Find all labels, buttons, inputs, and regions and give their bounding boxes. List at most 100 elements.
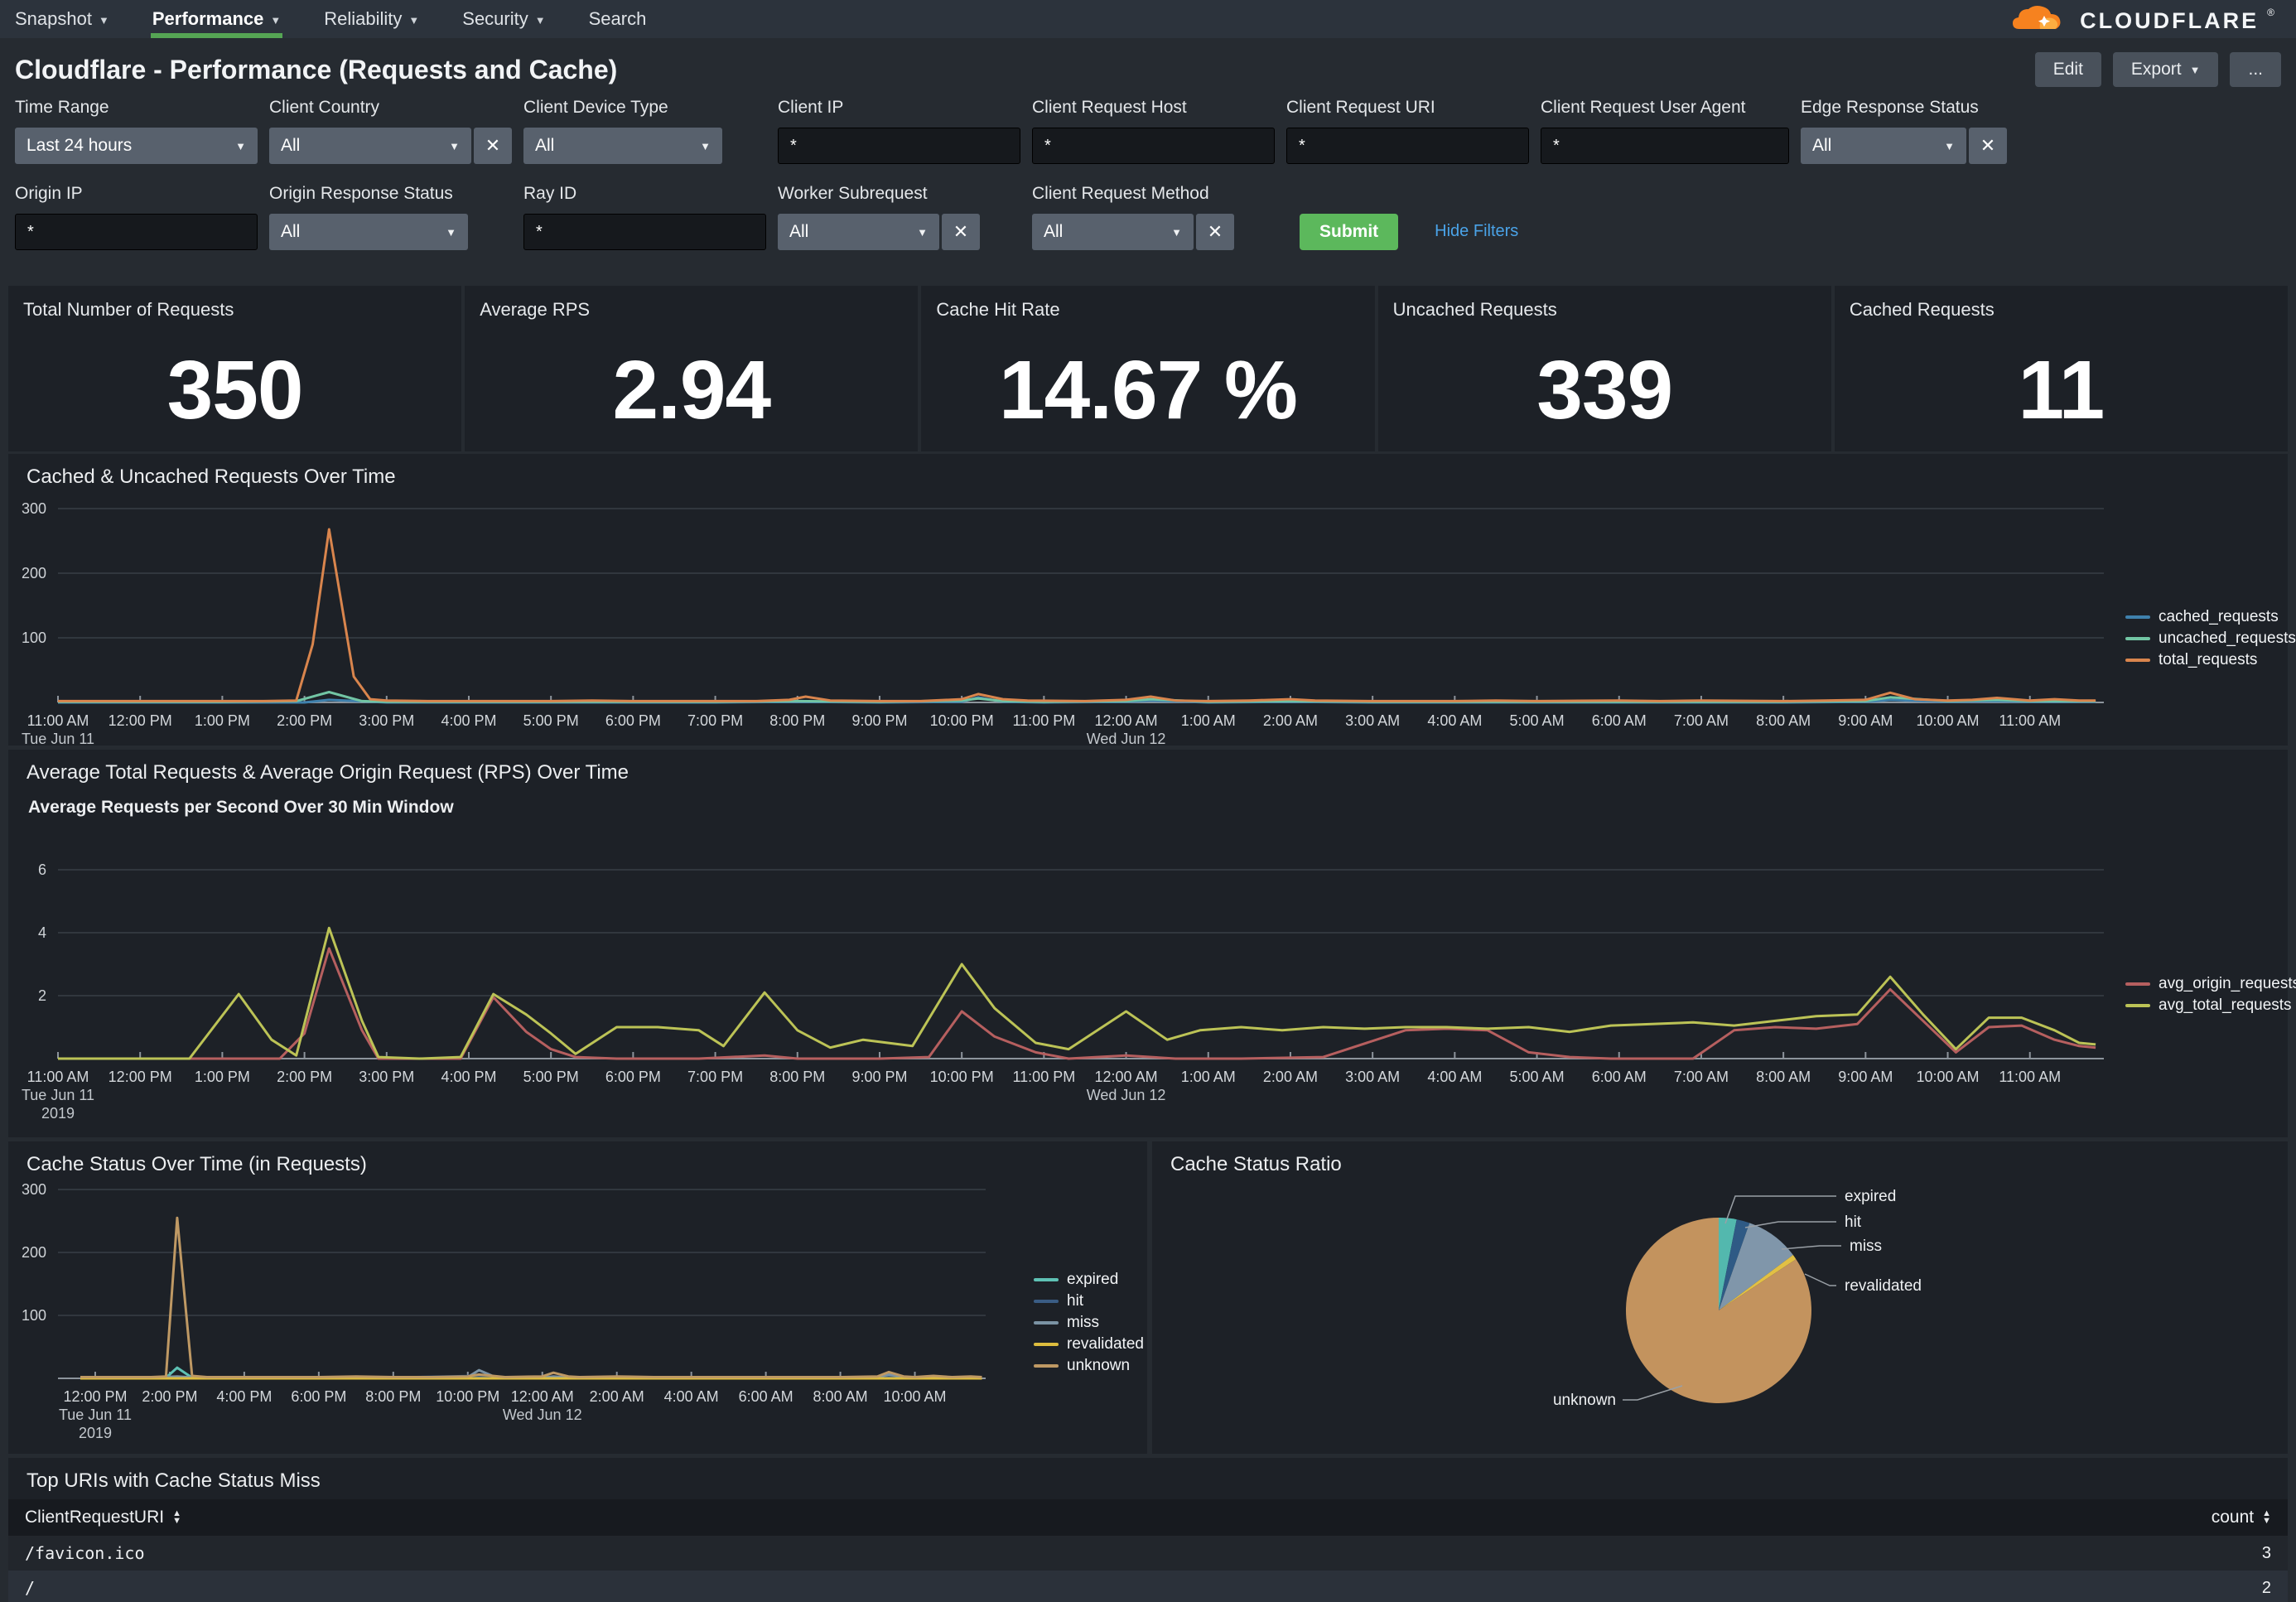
filter-origin-ip: Origin IP bbox=[15, 184, 258, 250]
client-request-method-clear-button[interactable]: ✕ bbox=[1196, 214, 1234, 250]
x-tick-label: 12:00 PM bbox=[109, 1069, 172, 1085]
pie-label-miss: miss bbox=[1850, 1238, 1882, 1255]
x-tick-label: 6:00 PM bbox=[605, 712, 661, 729]
x-tick-label: 9:00 AM bbox=[1838, 1069, 1893, 1085]
filter-controls: All▼ bbox=[269, 214, 512, 250]
more-options-button[interactable]: ... bbox=[2230, 52, 2281, 87]
x-tick-label: 7:00 AM bbox=[1674, 712, 1729, 729]
client-ip-input[interactable] bbox=[778, 128, 1020, 164]
panel-top-uris-cache-miss: Top URIs with Cache Status Miss ClientRe… bbox=[8, 1458, 2288, 1602]
filter-edge-response-status: Edge Response StatusAll▼✕ bbox=[1801, 98, 2008, 164]
client-request-user-agent-input[interactable] bbox=[1541, 128, 1789, 164]
worker-subrequest-select[interactable]: All▼ bbox=[778, 214, 939, 250]
x-tick-sublabel: Tue Jun 11 bbox=[22, 1087, 94, 1103]
filter-client-request-uri: Client Request URI bbox=[1286, 98, 1529, 164]
nav-item-performance[interactable]: Performance▼ bbox=[152, 0, 281, 38]
table-row[interactable]: /2 bbox=[8, 1571, 2288, 1602]
nav-item-snapshot[interactable]: Snapshot▼ bbox=[15, 0, 109, 38]
panel-cache-status-ratio: Cache Status Ratio expiredhitmissrevalid… bbox=[1152, 1141, 2288, 1454]
x-tick-sublabel: Wed Jun 12 bbox=[1087, 731, 1166, 746]
x-tick-label: 11:00 AM bbox=[1999, 1069, 2061, 1085]
filter-client-country: Client Country All▼✕ bbox=[269, 98, 512, 164]
cloudflare-logo: CLOUDFLARE ® bbox=[2009, 2, 2274, 41]
chevron-down-icon: ▼ bbox=[1171, 226, 1182, 239]
client-country-clear-button[interactable]: ✕ bbox=[474, 128, 512, 164]
kpi-total-number-of-requests: Total Number of Requests350 bbox=[8, 286, 461, 451]
client-request-uri-input[interactable] bbox=[1286, 128, 1529, 164]
ray-id-input[interactable] bbox=[523, 214, 766, 250]
column-header-count[interactable]: count ▲▼ bbox=[2105, 1508, 2288, 1527]
kpi-value: 350 bbox=[8, 329, 461, 451]
kpi-average-rps: Average RPS2.94 bbox=[465, 286, 918, 451]
select-value: All bbox=[1044, 222, 1063, 242]
filter-label: Origin Response Status bbox=[269, 184, 512, 204]
x-tick-label: 3:00 PM bbox=[359, 712, 414, 729]
x-tick-label: 12:00 AM bbox=[511, 1388, 574, 1405]
x-tick-label: 11:00 PM bbox=[1013, 1069, 1076, 1085]
kpi-cache-hit-rate: Cache Hit Rate14.67 % bbox=[921, 286, 1374, 451]
time-range-select[interactable]: Last 24 hours▼ bbox=[15, 128, 258, 164]
x-tick-label: 9:00 PM bbox=[851, 1069, 907, 1085]
filter-controls: All▼ bbox=[523, 128, 766, 164]
submit-button[interactable]: Submit bbox=[1300, 214, 1398, 250]
nav-item-label: Performance bbox=[152, 8, 264, 30]
client-country-select[interactable]: All▼ bbox=[269, 128, 471, 164]
client-request-method-select[interactable]: All ▼ bbox=[1032, 214, 1194, 250]
x-tick-label: 1:00 PM bbox=[195, 1069, 250, 1085]
filter-controls: All▼✕ bbox=[269, 128, 512, 164]
filter-client-request-user-agent: Client Request User Agent bbox=[1541, 98, 1789, 164]
line-chart-cached-uncached-requests-over-time: 10020030011:00 AMTue Jun 11201912:00 PM1… bbox=[8, 454, 2288, 746]
x-tick-label: 7:00 PM bbox=[687, 712, 743, 729]
cell-client-request-uri: /favicon.ico bbox=[8, 1543, 2105, 1563]
x-tick-sublabel: 2019 bbox=[41, 1105, 75, 1122]
client-request-host-input[interactable] bbox=[1032, 128, 1275, 164]
nav-item-security[interactable]: Security▼ bbox=[462, 0, 545, 38]
x-tick-label: 8:00 AM bbox=[1756, 1069, 1811, 1085]
kpi-value: 11 bbox=[1835, 329, 2288, 451]
filter-label: Client Request URI bbox=[1286, 98, 1529, 118]
filter-client-request-method: Client Request Method All ▼ ✕ bbox=[1032, 184, 1275, 250]
y-tick-label: 200 bbox=[22, 1244, 46, 1261]
x-tick-label: 2:00 AM bbox=[1263, 1069, 1318, 1085]
x-tick-label: 8:00 AM bbox=[1756, 712, 1811, 729]
worker-subrequest-clear-button[interactable]: ✕ bbox=[942, 214, 980, 250]
cloudflare-wordmark: CLOUDFLARE bbox=[2080, 8, 2259, 34]
nav-item-label: Search bbox=[589, 8, 647, 30]
x-tick-label: 2:00 PM bbox=[277, 712, 332, 729]
select-value: All bbox=[789, 222, 808, 242]
export-button[interactable]: Export▼ bbox=[2113, 52, 2219, 87]
kpi-label: Cached Requests bbox=[1850, 299, 1995, 321]
origin-ip-input[interactable] bbox=[15, 214, 258, 250]
filter-label: Client Request Method bbox=[1032, 184, 1275, 204]
pie-callout-line bbox=[1725, 1196, 1836, 1223]
x-tick-label: 4:00 PM bbox=[216, 1388, 272, 1405]
x-tick-label: 10:00 PM bbox=[930, 712, 994, 729]
y-tick-label: 6 bbox=[38, 861, 46, 878]
filter-controls bbox=[1541, 128, 1789, 164]
nav-item-search[interactable]: Search bbox=[589, 0, 647, 38]
table-row[interactable]: /favicon.ico3 bbox=[8, 1536, 2288, 1571]
client-device-type-select[interactable]: All▼ bbox=[523, 128, 722, 164]
x-tick-label: 9:00 AM bbox=[1838, 712, 1893, 729]
nav-item-reliability[interactable]: Reliability▼ bbox=[324, 0, 419, 38]
x-tick-label: 6:00 AM bbox=[1592, 712, 1647, 729]
column-header-client-request-uri[interactable]: ClientRequestURI ▲▼ bbox=[8, 1508, 2105, 1527]
kpi-label: Cache Hit Rate bbox=[936, 299, 1059, 321]
origin-response-status-select[interactable]: All▼ bbox=[269, 214, 468, 250]
y-tick-label: 100 bbox=[22, 1307, 46, 1324]
pie-label-expired: expired bbox=[1845, 1188, 1896, 1205]
edit-button[interactable]: Edit bbox=[2035, 52, 2101, 87]
filter-controls: All▼✕ bbox=[778, 214, 1020, 250]
edge-response-status-select[interactable]: All▼ bbox=[1801, 128, 1966, 164]
x-tick-label: 2:00 AM bbox=[590, 1388, 644, 1405]
hide-filters-link[interactable]: Hide Filters bbox=[1435, 222, 1518, 241]
x-tick-label: 11:00 AM bbox=[27, 1069, 89, 1085]
edge-response-status-clear-button[interactable]: ✕ bbox=[1969, 128, 2007, 164]
sort-icon: ▲▼ bbox=[172, 1510, 181, 1525]
cloudflare-cloud-icon bbox=[2009, 2, 2072, 41]
cell-client-request-uri: / bbox=[8, 1578, 2105, 1598]
y-tick-label: 200 bbox=[22, 565, 46, 581]
series-unknown bbox=[80, 1218, 982, 1377]
filter-label: Client Country bbox=[269, 98, 512, 118]
select-value: All bbox=[535, 136, 554, 156]
